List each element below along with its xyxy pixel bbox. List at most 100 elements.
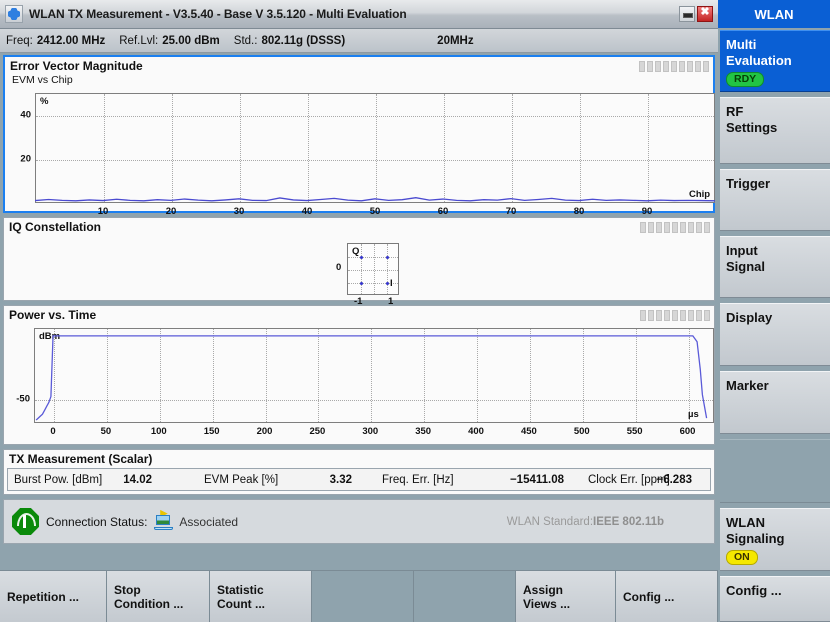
bandwidth-value[interactable]: 20MHz bbox=[437, 35, 473, 47]
softkey-label-line: Count ... bbox=[217, 596, 265, 611]
tx-panel-title: TX Measurement (Scalar) bbox=[9, 452, 153, 466]
sidebar-item-input-signal[interactable]: Input Signal bbox=[720, 236, 830, 298]
standard-value[interactable]: 802.11g (DSSS) bbox=[261, 35, 345, 47]
antenna-icon bbox=[12, 508, 39, 535]
connection-status-label: Connection Status: bbox=[46, 514, 148, 529]
softkey-config[interactable]: Config ... bbox=[616, 571, 718, 622]
window-title: WLAN TX Measurement - V3.5.40 - Base V 3… bbox=[29, 7, 407, 21]
iq-constellation-point bbox=[385, 255, 389, 259]
evm-vs-chip-xtick-label: 90 bbox=[641, 206, 653, 217]
main-content: Error Vector Magnitude EVM vs Chip 10 20 3… bbox=[0, 53, 718, 622]
sidebar-item-config[interactable]: Config ... bbox=[720, 576, 830, 622]
power-vs-time-xtick-label: 450 bbox=[520, 426, 537, 437]
connection-status-value: Associated bbox=[179, 514, 239, 529]
softkey-statistic-count[interactable]: Statistic Count ... bbox=[210, 571, 312, 622]
power-vs-time-xtick-label: 0 bbox=[50, 426, 56, 437]
softkey-repetition[interactable]: Repetition ... bbox=[0, 571, 107, 622]
iq-axis-label-q: Q bbox=[352, 246, 360, 257]
laptop-icon: ▶ bbox=[154, 508, 174, 530]
power-vs-time-xtick-label: 100 bbox=[150, 426, 167, 437]
measurement-status-line: Freq: 2412.00 MHz Ref.Lvl: 25.00 dBm Std… bbox=[0, 29, 718, 53]
evm-vs-chip-xtick-label: 70 bbox=[505, 206, 517, 217]
tx-measurement-value: 14.02 bbox=[123, 473, 152, 486]
evm-vs-chip-xtick-label: 30 bbox=[233, 206, 245, 217]
app-diamond-icon bbox=[5, 5, 23, 23]
ref-level-label: Ref.Lvl: bbox=[119, 34, 159, 47]
connection-status-bar: Connection Status: ▶ Associated WLAN Sta… bbox=[3, 499, 715, 544]
power-vs-time-xtick-label: 50 bbox=[100, 426, 112, 437]
sidebar-item-multi-evaluation[interactable]: Multi Evaluation RDY bbox=[720, 30, 830, 92]
sidebar-item-label: WLAN bbox=[726, 515, 765, 530]
sidebar-item-label: Signaling bbox=[726, 531, 785, 546]
softkey-label-line: Views ... bbox=[523, 596, 571, 611]
sidebar-item-wlan-signaling[interactable]: WLAN Signaling ON bbox=[720, 508, 830, 571]
sidebar-item-label: Marker bbox=[726, 378, 769, 393]
power-vs-time-xtick-label: 550 bbox=[626, 426, 643, 437]
sidebar-item-label: Input bbox=[726, 243, 758, 258]
bottom-softkey-bar: Repetition ... Stop Condition ... Statistic… bbox=[0, 570, 718, 622]
evm-vs-chip-xtick-label: 10 bbox=[97, 206, 109, 217]
right-sidebar: WLAN Multi Evaluation RDY RF Settings Trigger… bbox=[718, 0, 830, 622]
sidebar-item-label: Config ... bbox=[726, 583, 782, 598]
power-vs-time-ytick-label: -50 bbox=[16, 393, 30, 404]
pvt-plot-area[interactable]: 0 50 100 150 200 250 300 350 400 450 500 550 600 -50 d… bbox=[4, 306, 714, 444]
sidebar-item-rf-settings[interactable]: RF Settings bbox=[720, 97, 830, 164]
tx-measurement-value: 3.32 bbox=[329, 473, 352, 486]
iq-constellation-point bbox=[385, 281, 389, 285]
sidebar-item-label: Display bbox=[726, 310, 773, 325]
power-vs-time-xtick-label: 600 bbox=[679, 426, 696, 437]
iq-constellation-point bbox=[359, 255, 363, 259]
power-vs-time-xtick-label: 400 bbox=[468, 426, 484, 437]
tx-measurement-value: −6.283 bbox=[656, 473, 693, 486]
power-vs-time-xtick-label: 200 bbox=[256, 426, 273, 437]
softkey-label-line: Config ... bbox=[623, 589, 675, 604]
softkey-label-line: Condition ... bbox=[114, 596, 184, 611]
sidebar-item-label: Multi bbox=[726, 37, 757, 52]
iq-gridline-h bbox=[348, 257, 398, 258]
panel-error-vector-magnitude[interactable]: Error Vector Magnitude EVM vs Chip 10 20 3… bbox=[3, 55, 715, 217]
power-vs-time-xtick-label: 150 bbox=[203, 426, 220, 437]
iq-panel-title: IQ Constellation bbox=[9, 220, 102, 234]
evm-vs-chip-ytick-label: 40 bbox=[20, 109, 31, 121]
freq-value[interactable]: 2412.00 MHz bbox=[37, 35, 105, 47]
softkey-label-line: Repetition ... bbox=[7, 589, 79, 604]
wlan-standard-info: WLAN Standard:IEEE 802.11b bbox=[507, 516, 664, 528]
softkey-empty-3 bbox=[312, 571, 414, 622]
panel-iq-constellation[interactable]: IQ Constellation Q I 0 -1 1 bbox=[3, 217, 715, 307]
sidebar-item-display[interactable]: Display bbox=[720, 303, 830, 366]
softkey-label-line: Assign bbox=[523, 582, 564, 597]
status-badge: ON bbox=[726, 550, 758, 565]
standard-label: Std.: bbox=[233, 34, 258, 47]
sidebar-item-label: RF bbox=[726, 104, 744, 119]
tx-measurement-row: Burst Pow. [dBm] 14.02 EVM Peak [%] 3.32 Fre… bbox=[7, 468, 711, 491]
power-vs-time-xtick-label: 250 bbox=[309, 426, 326, 437]
tx-measurement-value: −15411.08 bbox=[509, 473, 564, 486]
window-controls bbox=[679, 5, 718, 22]
softkey-stop-condition[interactable]: Stop Condition ... bbox=[107, 571, 210, 622]
iq-gridline-v bbox=[387, 244, 388, 294]
close-icon[interactable] bbox=[697, 5, 713, 22]
evm-plot-area[interactable]: 10 20 30 40 50 60 70 80 90 20 40% Chip bbox=[5, 57, 715, 217]
evm-vs-chip-trace bbox=[35, 197, 715, 202]
sidebar-item-label: Settings bbox=[726, 120, 778, 135]
panel-power-vs-time[interactable]: Power vs. Time 0 50 100 150 200 250 300 350 400 4… bbox=[3, 305, 715, 445]
iq-segment-indicator[interactable] bbox=[640, 222, 710, 233]
iq-gridline-h bbox=[348, 270, 398, 271]
iq-ytick-zero: 0 bbox=[336, 262, 342, 273]
evm-vs-chip-xtick-label: 20 bbox=[165, 206, 177, 217]
minimize-button[interactable] bbox=[679, 6, 695, 22]
ref-level-value[interactable]: 25.00 dBm bbox=[162, 35, 220, 47]
sidebar-item-label: Trigger bbox=[726, 176, 771, 191]
sidebar-item-marker[interactable]: Marker bbox=[720, 371, 830, 434]
power-vs-time-xtick-label: 300 bbox=[362, 426, 379, 437]
title-bar: WLAN TX Measurement - V3.5.40 - Base V 3… bbox=[0, 0, 718, 29]
panel-tx-measurement-scalar[interactable]: TX Measurement (Scalar) Burst Pow. [dBm]… bbox=[3, 449, 715, 495]
power-vs-time-xtick-label: 350 bbox=[415, 426, 432, 437]
sidebar-item-empty-6 bbox=[720, 439, 830, 503]
sidebar-item-trigger[interactable]: Trigger bbox=[720, 169, 830, 231]
status-badge: RDY bbox=[726, 72, 765, 87]
softkey-assign-views[interactable]: Assign Views ... bbox=[516, 571, 616, 622]
softkey-label-line: Statistic bbox=[217, 582, 264, 597]
power-vs-time-xtick-label: 500 bbox=[573, 426, 590, 437]
evm-vs-chip-xtick-label: 40 bbox=[301, 206, 313, 217]
